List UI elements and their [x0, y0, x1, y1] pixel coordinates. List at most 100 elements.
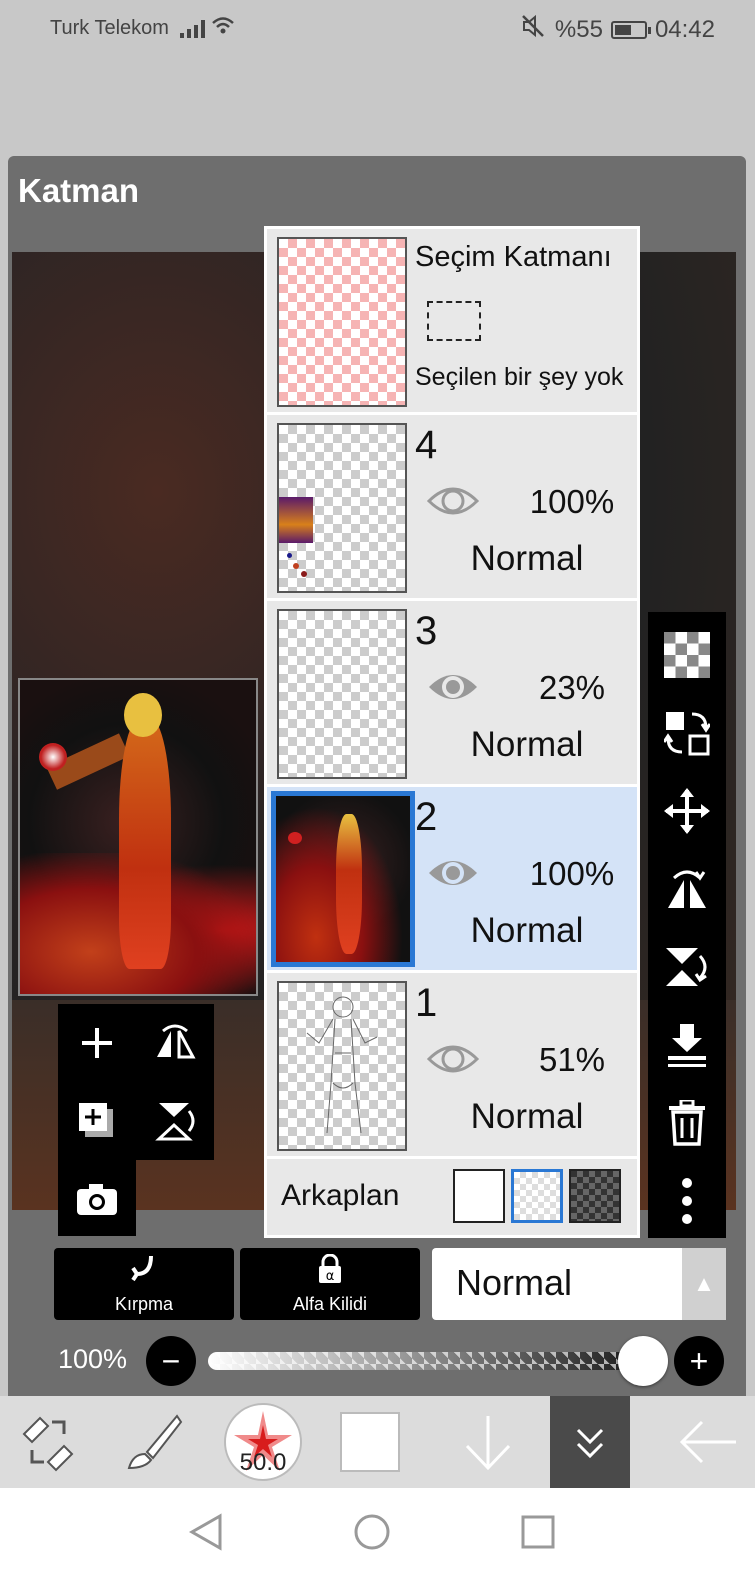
plus-icon: +: [689, 1342, 709, 1379]
layers-button[interactable]: [550, 1396, 630, 1488]
battery-percent: %55: [554, 15, 603, 43]
camera-button[interactable]: [58, 1160, 136, 1238]
layer-panel: Katman Seçim Katmanı Seçilen bir şey yok…: [8, 156, 746, 1396]
double-chevron-down-icon: [576, 1428, 604, 1459]
selection-empty-text: Seçilen bir şey yok: [415, 363, 624, 391]
system-nav-bar: [0, 1488, 755, 1594]
swap-layer-button[interactable]: [648, 698, 726, 768]
layer-tools-right: [648, 612, 726, 1238]
flip-horizontal-icon: [668, 870, 706, 908]
down-arrow-button[interactable]: [440, 1396, 535, 1488]
visibility-eye-icon[interactable]: [427, 1039, 479, 1079]
layer-opacity: 51%: [538, 1041, 606, 1078]
flip-layer-horizontal-button[interactable]: [648, 854, 726, 924]
flip-vertical-icon: [155, 1103, 195, 1141]
trash-icon: [669, 1100, 705, 1146]
alpha-lock-label: Alfa Kilidi: [292, 1294, 368, 1314]
move-button[interactable]: [648, 776, 726, 846]
arrow-left-icon: [679, 1420, 736, 1464]
brush-tool-button[interactable]: [105, 1396, 200, 1488]
background-white-swatch[interactable]: [453, 1169, 505, 1223]
merge-down-icon: [668, 1024, 706, 1067]
signal-icon: [180, 20, 205, 38]
blend-mode-select[interactable]: Normal ▲: [432, 1248, 726, 1320]
flip-horizontal-button[interactable]: [136, 1004, 214, 1082]
opacity-row: 100% − +: [8, 1332, 746, 1392]
color-swatch: [340, 1412, 400, 1472]
opacity-decrease-button[interactable]: −: [146, 1336, 196, 1386]
background-row: Arkaplan: [267, 1159, 637, 1235]
nav-back-icon[interactable]: [188, 1512, 224, 1552]
clip-arrow-icon: [54, 1254, 234, 1290]
background-transparent-swatch[interactable]: [511, 1169, 563, 1223]
panel-title: Katman: [18, 172, 140, 209]
brush-size-value: 50.0: [239, 1449, 287, 1476]
visibility-eye-icon[interactable]: [427, 667, 479, 707]
layer-blend-mode: Normal: [470, 1097, 584, 1136]
layer-row[interactable]: 4 100% Normal: [267, 415, 637, 601]
selection-layer-name: Seçim Katmanı: [415, 241, 612, 273]
add-layer-button[interactable]: [58, 1004, 136, 1082]
clipping-button[interactable]: Kırpma: [54, 1248, 234, 1320]
mute-icon: [521, 14, 547, 45]
minus-icon: −: [161, 1342, 181, 1379]
opacity-value: 100%: [58, 1344, 128, 1374]
transform-tool-button[interactable]: [0, 1396, 95, 1488]
arrow-down-icon: [465, 1416, 510, 1471]
checker-icon: [664, 632, 710, 678]
visibility-eye-icon[interactable]: [427, 853, 479, 893]
duplicate-layer-button[interactable]: [58, 1082, 136, 1160]
layer-row[interactable]: 3 23% Normal: [267, 601, 637, 787]
blend-mode-value: Normal: [456, 1262, 573, 1303]
transparency-button[interactable]: [648, 620, 726, 690]
layer-number: 1: [415, 981, 438, 1025]
layer-row-selected[interactable]: 2 100% Normal: [267, 787, 637, 973]
layer-thumbnail: [277, 423, 407, 593]
selection-layer[interactable]: Seçim Katmanı Seçilen bir şey yok: [267, 229, 637, 415]
canvas-preview[interactable]: [18, 678, 258, 996]
dropdown-arrow-icon[interactable]: ▲: [682, 1248, 726, 1320]
plus-icon: [82, 1028, 112, 1058]
layer-tools-left: [58, 1004, 214, 1236]
background-label: Arkaplan: [281, 1179, 400, 1212]
layer-number: 3: [415, 609, 438, 653]
alpha-lock-button[interactable]: α Alfa Kilidi: [240, 1248, 420, 1320]
svg-text:α: α: [326, 1269, 335, 1284]
more-options-button[interactable]: [648, 1166, 726, 1236]
flip-layer-vertical-button[interactable]: [648, 932, 726, 1002]
layer-blend-mode: Normal: [470, 911, 584, 950]
selection-rect-icon: [427, 301, 481, 341]
status-bar: Turk Telekom %55 04:42: [0, 0, 755, 60]
layer-number: 2: [415, 795, 438, 839]
flip-horizontal-icon: [157, 1024, 196, 1059]
nav-home-icon[interactable]: [352, 1512, 392, 1552]
layer-number: 4: [415, 423, 438, 467]
delete-layer-button[interactable]: [648, 1088, 726, 1158]
merge-down-button[interactable]: [648, 1010, 726, 1080]
lock-icon: α: [240, 1253, 420, 1290]
visibility-eye-icon[interactable]: [427, 481, 479, 521]
copy-layer-icon: [79, 1103, 113, 1137]
back-button[interactable]: [660, 1396, 755, 1488]
layer-thumbnail: [277, 981, 407, 1151]
wifi-icon: [212, 16, 234, 42]
opacity-increase-button[interactable]: +: [674, 1336, 724, 1386]
flip-vertical-button[interactable]: [136, 1082, 214, 1160]
layer-opacity: 100%: [529, 855, 615, 892]
layer-row[interactable]: 1 51% Normal: [267, 973, 637, 1159]
swap-icon: [664, 712, 710, 756]
clock: 04:42: [654, 15, 715, 43]
battery-icon: [610, 20, 651, 39]
flip-vertical-icon: [666, 948, 707, 986]
color-button[interactable]: [330, 1396, 410, 1488]
layer-blend-mode: Normal: [470, 539, 584, 578]
opacity-slider[interactable]: [208, 1352, 658, 1370]
camera-icon: [77, 1184, 117, 1215]
brush-size-button[interactable]: 50.0: [218, 1396, 308, 1488]
more-vertical-icon: [682, 1178, 692, 1224]
background-dark-swatch[interactable]: [569, 1169, 621, 1223]
selection-layer-thumbnail: [277, 237, 407, 407]
opacity-slider-handle[interactable]: [618, 1336, 668, 1386]
carrier-name: Turk Telekom: [50, 17, 169, 39]
nav-recents-icon[interactable]: [520, 1514, 556, 1550]
